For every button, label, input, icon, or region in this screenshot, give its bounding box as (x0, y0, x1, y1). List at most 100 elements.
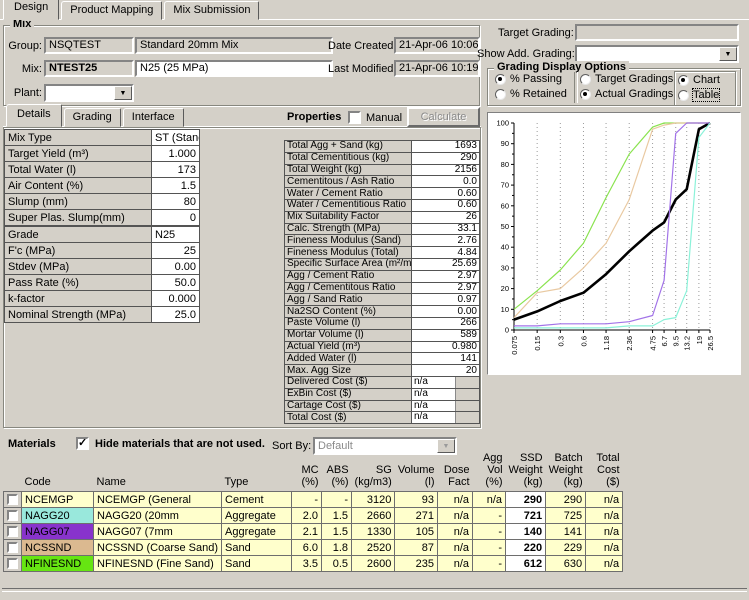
radio-retained[interactable] (495, 89, 506, 100)
material-select-cell-nagg07[interactable] (4, 524, 22, 540)
radio-table[interactable] (678, 90, 689, 101)
plant-combo[interactable]: ▼ (44, 84, 134, 102)
material-checkbox-ncssnd[interactable] (7, 542, 18, 553)
property-value-paste-volume-l[interactable]: 266 (412, 317, 480, 329)
radio-row-actual-gradings[interactable]: Actual Gradings (580, 88, 673, 100)
material-nfinesnd-sg[interactable]: 2600 (352, 556, 395, 572)
material-nfinesnd-mc[interactable]: 3.5 (292, 556, 322, 572)
tab-product-mapping[interactable]: Product Mapping (61, 1, 162, 20)
material-select-cell-nagg20[interactable] (4, 508, 22, 524)
material-checkbox-ncemgp[interactable] (7, 494, 18, 505)
material-nagg07-ssd[interactable]: 140 (506, 524, 546, 540)
show-add-grading-value[interactable] (577, 47, 721, 61)
radio-row-target-gradings[interactable]: Target Gradings (580, 73, 673, 85)
property-value-cartage-cost[interactable]: n/a (412, 400, 480, 412)
material-nfinesnd-batch[interactable]: 630 (546, 556, 586, 572)
property-value-total-weight-kg[interactable]: 2156 (412, 164, 480, 176)
material-ncemgp-abs[interactable]: - (322, 492, 352, 508)
property-value-agg-cementitous-ratio[interactable]: 2.97 (412, 282, 480, 294)
radio-target-gradings[interactable] (580, 74, 591, 85)
material-nagg07-batch[interactable]: 141 (546, 524, 586, 540)
material-nagg07-volume[interactable]: 105 (395, 524, 438, 540)
details-tab-details[interactable]: Details (6, 104, 62, 127)
material-ncssnd-mc[interactable]: 6.0 (292, 540, 322, 556)
details-value-target-yield-m[interactable]: 1.000 (152, 146, 200, 162)
material-checkbox-nfinesnd[interactable] (7, 558, 18, 569)
details-value-stdev-mpa[interactable]: 0.00 (152, 259, 200, 275)
material-nagg07-abs[interactable]: 1.5 (322, 524, 352, 540)
details-tab-grading[interactable]: Grading (64, 108, 121, 127)
details-value-air-content[interactable]: 1.5 (152, 178, 200, 194)
material-select-cell-nfinesnd[interactable] (4, 556, 22, 572)
group-description-field[interactable]: Standard 20mm Mix (135, 37, 333, 54)
tab-design[interactable]: Design (3, 0, 59, 20)
details-value-k-factor[interactable]: 0.000 (152, 291, 200, 307)
property-value-total-cementitious-kg[interactable]: 290 (412, 152, 480, 164)
material-nagg07-dose[interactable]: n/a (438, 524, 473, 540)
details-value-super-plas-slump-mm[interactable]: 0 (152, 210, 200, 227)
material-nagg20-batch[interactable]: 725 (546, 508, 586, 524)
details-value-f-c-mpa[interactable]: 25 (152, 243, 200, 259)
details-value-slump-mm[interactable]: 80 (152, 194, 200, 210)
material-ncssnd-batch[interactable]: 229 (546, 540, 586, 556)
material-nagg20-volume[interactable]: 271 (395, 508, 438, 524)
material-nagg20-dose[interactable]: n/a (438, 508, 473, 524)
material-nagg20-abs[interactable]: 1.5 (322, 508, 352, 524)
material-ncssnd-agg-vol[interactable]: - (473, 540, 506, 556)
property-value-water-cement-ratio[interactable]: 0.60 (412, 188, 480, 200)
property-value-max-agg-size[interactable]: 20 (412, 365, 480, 377)
material-nfinesnd-dose[interactable]: n/a (438, 556, 473, 572)
radio-row-retained[interactable]: % Retained (495, 88, 567, 100)
sort-by-arrow-icon[interactable]: ▼ (437, 439, 455, 453)
property-value-total-cost[interactable]: n/a (412, 412, 480, 424)
sort-by-value[interactable]: Default (315, 439, 439, 453)
material-nfinesnd-abs[interactable]: 0.5 (322, 556, 352, 572)
material-nagg20-ssd[interactable]: 721 (506, 508, 546, 524)
mix-code-field[interactable]: NTEST25 (44, 60, 134, 77)
property-value-actual-yield-m[interactable]: 0.980 (412, 341, 480, 353)
property-value-agg-cement-ratio[interactable]: 2.97 (412, 270, 480, 282)
mix-description-field[interactable]: N25 (25 MPa) (135, 60, 333, 77)
material-nagg07-sg[interactable]: 1330 (352, 524, 395, 540)
material-checkbox-nagg07[interactable] (7, 526, 18, 537)
radio-actual-gradings[interactable] (580, 89, 591, 100)
material-ncssnd-cost[interactable]: n/a (586, 540, 623, 556)
target-grading-field[interactable] (575, 24, 739, 41)
material-ncssnd-abs[interactable]: 1.8 (322, 540, 352, 556)
material-ncemgp-volume[interactable]: 93 (395, 492, 438, 508)
property-value-agg-sand-ratio[interactable]: 0.97 (412, 294, 480, 306)
material-ncemgp-cost[interactable]: n/a (586, 492, 623, 508)
material-select-cell-ncemgp[interactable] (4, 492, 22, 508)
material-nagg20-mc[interactable]: 2.0 (292, 508, 322, 524)
radio-row-chart[interactable]: Chart (678, 74, 720, 86)
material-nagg07-agg-vol[interactable]: - (473, 524, 506, 540)
material-ncemgp-sg[interactable]: 3120 (352, 492, 395, 508)
material-nfinesnd-ssd[interactable]: 612 (506, 556, 546, 572)
plant-combo-arrow-icon[interactable]: ▼ (114, 86, 132, 100)
material-ncssnd-volume[interactable]: 87 (395, 540, 438, 556)
hide-unused-checkbox[interactable] (76, 437, 89, 450)
plant-combo-value[interactable] (46, 86, 116, 100)
calculate-button[interactable]: Calculate (407, 107, 480, 127)
material-select-cell-ncssnd[interactable] (4, 540, 22, 556)
material-ncemgp-mc[interactable]: - (292, 492, 322, 508)
details-value-mix-type[interactable]: ST (Standa (152, 130, 200, 146)
property-value-delivered-cost[interactable]: n/a (412, 376, 480, 388)
property-value-fineness-modulus-total[interactable]: 4.84 (412, 247, 480, 259)
material-nagg20-agg-vol[interactable]: - (473, 508, 506, 524)
property-value-total-agg-sand-kg[interactable]: 1693 (412, 141, 480, 153)
radio-row-table[interactable]: Table (678, 89, 719, 101)
material-ncssnd-sg[interactable]: 2520 (352, 540, 395, 556)
radio-chart[interactable] (678, 75, 689, 86)
group-code-field[interactable]: NSQTEST (44, 37, 134, 54)
material-nfinesnd-volume[interactable]: 235 (395, 556, 438, 572)
details-value-pass-rate[interactable]: 50.0 (152, 275, 200, 291)
details-value-total-water-l[interactable]: 173 (152, 162, 200, 178)
property-value-cementitous-ash-ratio[interactable]: 0.0 (412, 176, 480, 188)
property-value-specific-surface-area-m-m[interactable]: 25.69 (412, 258, 480, 270)
property-value-mortar-volume-l[interactable]: 589 (412, 329, 480, 341)
details-value-nominal-strength-mpa[interactable]: 25.0 (152, 307, 200, 323)
material-nfinesnd-agg-vol[interactable]: - (473, 556, 506, 572)
property-value-na2so-content[interactable]: 0.00 (412, 306, 480, 318)
material-ncemgp-batch[interactable]: 290 (546, 492, 586, 508)
